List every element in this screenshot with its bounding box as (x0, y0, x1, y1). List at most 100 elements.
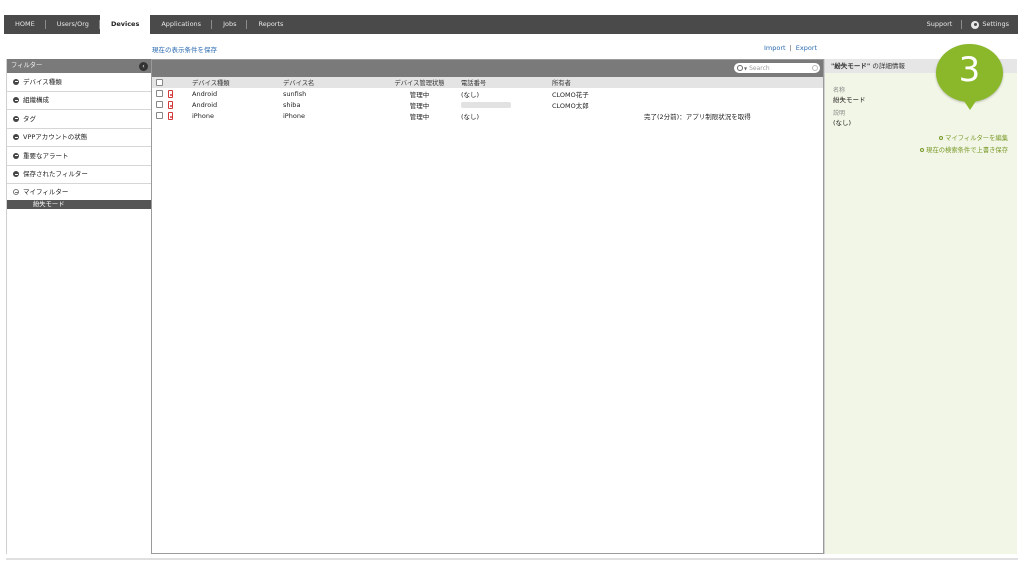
row-checkbox[interactable] (156, 101, 163, 108)
cell-note (642, 99, 823, 110)
cell-owner (550, 110, 642, 121)
export-link[interactable]: Export (796, 44, 817, 52)
row-checkbox[interactable] (156, 112, 163, 119)
cell-note (642, 88, 823, 99)
filter-device-type[interactable]: デバイス種類 (7, 73, 152, 92)
expand-icon (13, 171, 19, 178)
table-row[interactable]: Android sunfish 管理中 (なし) CLOMO花子 (152, 88, 823, 99)
filter-label: 保存されたフィルター (23, 170, 88, 179)
device-list-panel: ▼ Search デバイス種類 デバイス名 デバイス管理状態 電話番号 所有者 (151, 59, 824, 554)
filter-saved-filters[interactable]: 保存されたフィルター (7, 166, 152, 184)
filter-sidebar: フィルター ‹ デバイス種類 組織構成 タグ VPPアカウントの状態 重要なアラ… (6, 59, 152, 554)
detail-title-suffix: の詳細情報 (872, 62, 905, 70)
device-list-toolbar: ▼ Search (152, 60, 823, 77)
cell-owner: CLOMO太郎 (552, 101, 589, 110)
cell-device-name: iPhone (283, 111, 305, 120)
nav-reports[interactable]: Reports (247, 15, 294, 34)
filter-vpp-account[interactable]: VPPアカウントの状態 (7, 129, 152, 147)
collapse-icon (13, 189, 19, 195)
filter-org-structure[interactable]: 組織構成 (7, 92, 152, 110)
col-device-name[interactable]: デバイス名 (281, 77, 378, 88)
filter-label: VPPアカウントの状態 (23, 133, 88, 142)
step-number: 3 (958, 50, 981, 90)
gear-icon (971, 20, 980, 29)
link-separator: | (789, 44, 792, 52)
bottom-divider (6, 558, 1018, 560)
description-value: (なし) (833, 119, 852, 127)
expand-icon (13, 78, 19, 85)
expand-icon (13, 115, 19, 122)
device-phone-icon (168, 89, 173, 98)
filter-label: タグ (23, 114, 36, 123)
col-phone-number[interactable]: 電話番号 (459, 77, 550, 88)
filter-tag[interactable]: タグ (7, 110, 152, 129)
nav-jobs[interactable]: Jobs (212, 15, 248, 34)
device-phone-icon (168, 100, 173, 109)
step-bubble-tail (958, 92, 982, 110)
icon-header (164, 77, 190, 88)
device-phone-icon (168, 111, 173, 120)
nav-users-org[interactable]: Users/Org (46, 15, 101, 34)
save-icon (920, 147, 925, 152)
nav-settings-label: Settings (982, 20, 1009, 28)
table-header-row: デバイス種類 デバイス名 デバイス管理状態 電話番号 所有者 (152, 77, 823, 88)
cell-phone: (なし) (461, 112, 480, 121)
detail-title-name: "紛失モード" (831, 62, 871, 70)
expand-icon (13, 97, 19, 104)
table-row[interactable]: iPhone iPhone 管理中 (なし) 完了(2分前)：アプリ制限状況を取… (152, 110, 823, 121)
filter-header-label: フィルター (11, 62, 43, 69)
my-filter-lost-mode[interactable]: 紛失モード (7, 200, 152, 209)
filter-label: デバイス種類 (23, 77, 62, 86)
cell-device-name: shiba (283, 100, 301, 109)
cell-device-type: Android (192, 89, 218, 98)
filter-important-alerts[interactable]: 重要なアラート (7, 147, 152, 166)
filter-label: 重要なアラート (23, 151, 69, 160)
cell-note: 完了(2分前)：アプリ制限状況を取得 (644, 112, 751, 121)
device-table: デバイス種類 デバイス名 デバイス管理状態 電話番号 所有者 Android s… (152, 77, 823, 121)
nav-home[interactable]: HOME (4, 15, 46, 34)
filter-my-filter[interactable]: マイフィルター (7, 184, 152, 200)
nav-support[interactable]: Support (918, 15, 962, 34)
overwrite-link-label: 現在の検索条件で上書き保存 (926, 147, 1008, 154)
search-icon (737, 65, 743, 71)
top-nav: HOME Users/Org Devices Applications Jobs… (4, 15, 1018, 34)
table-row[interactable]: Android shiba 管理中 CLOMO太郎 (152, 99, 823, 110)
cell-phone: (なし) (461, 90, 480, 99)
cell-device-type: iPhone (192, 111, 214, 120)
collapse-sidebar-icon[interactable]: ‹ (139, 61, 148, 71)
cell-status: 管理中 (409, 90, 430, 99)
edit-icon (939, 135, 944, 140)
select-all-checkbox[interactable] (156, 78, 163, 86)
search-options-icon: ▼ (744, 65, 748, 71)
expand-icon (13, 134, 19, 141)
cell-status: 管理中 (409, 112, 430, 121)
filter-label: 組織構成 (23, 96, 49, 105)
step-marker-badge: 3 (936, 44, 1003, 111)
clear-search-icon[interactable] (812, 65, 818, 71)
select-all-cell (152, 77, 164, 88)
filter-detail-panel: "紛失モード" の詳細情報 名称 紛失モード 説明 (なし) マイフィルターを編… (824, 59, 1017, 554)
col-owner[interactable]: 所有者 (550, 77, 642, 88)
redacted-phone (461, 101, 511, 108)
nav-support-label: Support (926, 20, 953, 28)
expand-icon (13, 152, 19, 159)
row-checkbox[interactable] (156, 90, 163, 97)
cell-owner: CLOMO花子 (552, 90, 589, 99)
nav-settings[interactable]: Settings (961, 20, 1018, 29)
cell-device-name: sunfish (283, 89, 307, 98)
cell-status: 管理中 (409, 101, 430, 110)
edit-my-filter-link[interactable]: マイフィルターを編集 (825, 133, 1017, 142)
import-export-links: Import | Export (764, 44, 817, 52)
edit-link-label: マイフィルターを編集 (945, 135, 1008, 142)
col-device-type[interactable]: デバイス種類 (190, 77, 281, 88)
search-input[interactable]: ▼ Search (734, 63, 820, 73)
overwrite-save-link[interactable]: 現在の検索条件で上書き保存 (825, 145, 1017, 154)
cell-phone-redacted (459, 99, 550, 110)
save-view-link[interactable]: 現在の表示条件を保存 (152, 44, 217, 54)
nav-applications[interactable]: Applications (150, 15, 212, 34)
col-management-status[interactable]: デバイス管理状態 (378, 77, 459, 88)
cell-device-type: Android (192, 100, 218, 109)
nav-devices[interactable]: Devices (99, 15, 151, 34)
import-link[interactable]: Import (764, 44, 786, 52)
filter-label: マイフィルター (23, 188, 69, 196)
